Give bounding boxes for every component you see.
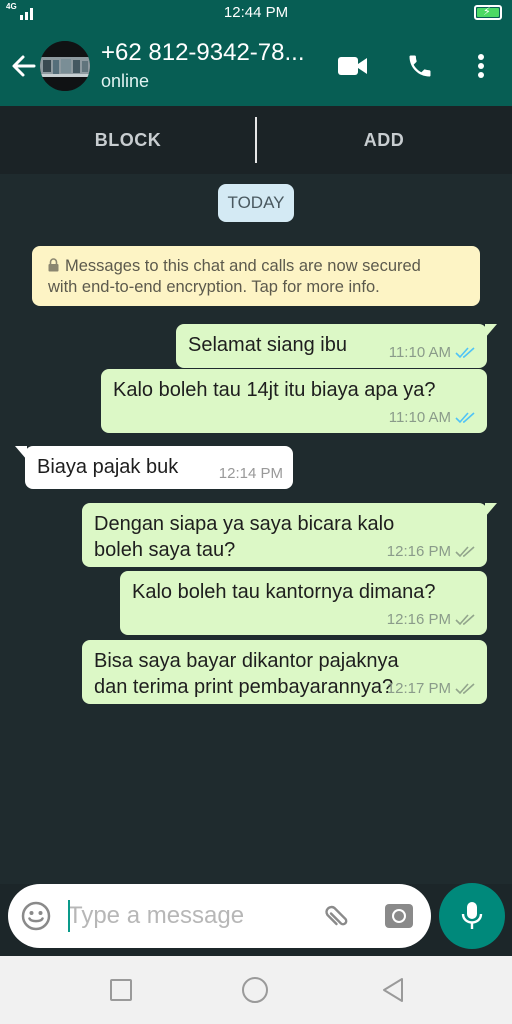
bubble-tail — [15, 446, 27, 460]
avatar-image — [40, 41, 90, 91]
battery-icon: ⚡ — [474, 5, 502, 20]
bubble-tail — [485, 503, 497, 517]
message-time: 12:16 PM — [386, 543, 451, 560]
read-ticks-icon — [455, 412, 475, 424]
message-bubble-outgoing[interactable]: Selamat siang ibu 11:10 AM — [176, 324, 497, 368]
message-time: 12:14 PM — [218, 465, 283, 482]
message-line: boleh saya tau? — [94, 539, 236, 561]
video-camera-icon — [338, 57, 367, 75]
message-text: Selamat siang ibu — [188, 334, 347, 356]
voice-call-button[interactable] — [400, 46, 440, 86]
emoji-icon[interactable] — [20, 900, 52, 932]
message-meta: 12:14 PM — [219, 465, 283, 483]
microphone-icon — [461, 902, 483, 929]
phone-icon — [409, 55, 431, 77]
read-ticks-icon — [455, 347, 475, 359]
message-meta: 11:10 AM — [389, 344, 477, 362]
bubble-tail — [485, 324, 497, 338]
message-bubble-outgoing[interactable]: Kalo boleh tau kantornya dimana? 12:16 P… — [120, 571, 487, 635]
menu-button[interactable] — [461, 46, 501, 86]
voice-record-button[interactable] — [439, 883, 505, 949]
message-time: 12:17 PM — [386, 680, 451, 697]
recent-apps-button[interactable] — [107, 976, 135, 1004]
text-cursor — [68, 900, 70, 932]
message-time: 11:10 AM — [388, 344, 451, 361]
message-text: Kalo boleh tau 14jt itu biaya apa ya? — [113, 379, 436, 401]
message-meta: 12:16 PM — [387, 543, 477, 561]
message-bubble-outgoing[interactable]: Bisa saya bayar dikantor pajaknya dan te… — [82, 640, 487, 704]
back-nav-button[interactable] — [379, 976, 407, 1004]
lock-icon — [48, 258, 59, 272]
message-time: 12:16 PM — [386, 611, 451, 628]
chat-area[interactable]: TODAY Messages to this chat and calls ar… — [0, 174, 512, 884]
message-meta: 12:17 PM — [387, 680, 477, 698]
camera-icon[interactable] — [384, 901, 414, 931]
date-chip: TODAY — [218, 184, 294, 222]
contact-name[interactable]: +62 812-9342-78... — [101, 39, 316, 67]
message-line: Bisa saya bayar dikantor pajaknya — [94, 650, 399, 672]
contact-status: online — [101, 71, 150, 91]
message-bubble-outgoing[interactable]: Kalo boleh tau 14jt itu biaya apa ya? 11… — [101, 369, 487, 433]
triangle-back-icon — [383, 978, 403, 1002]
home-button[interactable] — [241, 976, 269, 1004]
more-vert-icon — [478, 54, 484, 78]
message-text: Biaya pajak buk — [37, 456, 179, 478]
delivered-ticks-icon — [455, 614, 475, 626]
square-icon — [110, 979, 132, 1001]
message-meta: 11:10 AM — [389, 409, 477, 427]
status-time: 12:44 PM — [223, 4, 289, 21]
video-call-button[interactable] — [333, 46, 373, 86]
message-line: Dengan siapa ya saya bicara kalo — [94, 513, 395, 535]
block-button[interactable]: BLOCK — [0, 106, 256, 174]
delivered-ticks-icon — [455, 683, 475, 695]
delivered-ticks-icon — [455, 546, 475, 558]
chat-header: +62 812-9342-78... online — [0, 26, 512, 106]
message-line: dan terima print pembayarannya? — [94, 676, 394, 698]
circle-icon — [242, 977, 268, 1003]
unknown-contact-actions: BLOCK ADD — [0, 106, 512, 174]
message-bubble-outgoing[interactable]: Dengan siapa ya saya bicara kalo boleh s… — [82, 503, 497, 567]
encryption-notice[interactable]: Messages to this chat and calls are now … — [32, 246, 480, 306]
message-text: Bisa saya bayar dikantor pajaknya dan te… — [94, 648, 399, 700]
message-composer — [8, 884, 431, 948]
message-text: Kalo boleh tau kantornya dimana? — [132, 581, 436, 603]
status-bar: 4G 12:44 PM ⚡ — [0, 0, 512, 26]
encryption-line-2: with end-to-end encryption. Tap for more… — [48, 278, 380, 296]
message-input[interactable] — [68, 894, 303, 938]
message-time: 11:10 AM — [388, 409, 451, 426]
message-text: Dengan siapa ya saya bicara kalo boleh s… — [94, 511, 394, 563]
avatar[interactable] — [40, 41, 90, 91]
back-button[interactable] — [6, 48, 40, 84]
message-meta: 12:16 PM — [387, 611, 477, 629]
arrow-left-icon — [12, 55, 36, 77]
message-bubble-incoming[interactable]: Biaya pajak buk 12:14 PM — [15, 446, 293, 489]
attachment-icon[interactable] — [320, 901, 352, 933]
encryption-line-1: Messages to this chat and calls are now … — [48, 256, 468, 277]
system-navigation-bar — [0, 956, 512, 1024]
add-contact-button[interactable]: ADD — [256, 106, 512, 174]
